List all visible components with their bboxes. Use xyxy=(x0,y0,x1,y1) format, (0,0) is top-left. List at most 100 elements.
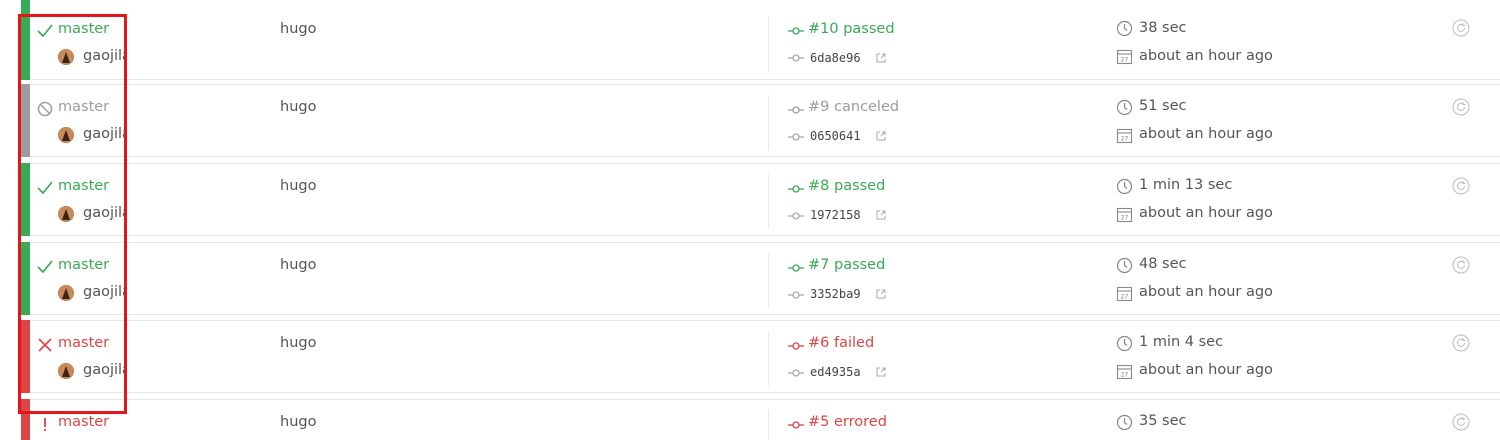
build-duration: 48 sec xyxy=(1139,256,1187,272)
commit-sha[interactable]: ed4935a xyxy=(810,365,861,379)
external-link-icon[interactable] xyxy=(876,131,886,141)
svg-text:27: 27 xyxy=(1121,136,1129,143)
clock-icon xyxy=(1116,178,1133,195)
check-icon xyxy=(37,24,53,38)
commit-icon xyxy=(788,291,804,299)
avatar xyxy=(58,127,74,143)
check-icon xyxy=(37,260,53,274)
commit-icon xyxy=(788,54,804,62)
commit-sha[interactable]: 1972158 xyxy=(810,208,861,222)
build-number[interactable]: #9 canceled xyxy=(808,99,899,115)
branch-name[interactable]: master xyxy=(58,414,109,430)
branch-name[interactable]: master xyxy=(58,99,109,115)
column-divider xyxy=(768,95,769,150)
restart-icon[interactable] xyxy=(1452,177,1470,195)
commit-icon xyxy=(788,106,804,114)
build-number[interactable]: #6 failed xyxy=(808,335,874,351)
svg-text:27: 27 xyxy=(1121,57,1129,64)
commit-sha[interactable]: 0650641 xyxy=(810,129,861,143)
build-duration: 51 sec xyxy=(1139,98,1187,114)
build-row[interactable]: master gaojila hugo #9 canceled 0650641 … xyxy=(21,84,1500,157)
external-link-icon[interactable] xyxy=(876,367,886,377)
build-row[interactable]: master gaojila hugo #7 passed 3352ba9 48… xyxy=(21,242,1500,315)
build-row[interactable]: master gaojila hugo #8 passed 1972158 1 … xyxy=(21,163,1500,236)
calendar-icon: 27 xyxy=(1116,128,1133,144)
restart-icon[interactable] xyxy=(1452,334,1470,352)
commit-message[interactable]: hugo xyxy=(280,178,316,194)
commit-sha[interactable]: 6da8e96 xyxy=(810,51,861,65)
status-bar xyxy=(21,163,30,236)
commit-message[interactable]: hugo xyxy=(280,257,316,273)
external-link-icon[interactable] xyxy=(876,53,886,63)
column-divider xyxy=(768,253,769,308)
status-bar xyxy=(21,399,30,440)
build-row[interactable]: master gaojila hugo #10 passed 6da8e96 3… xyxy=(21,0,1500,80)
calendar-icon: 27 xyxy=(1116,364,1133,380)
build-duration: 38 sec xyxy=(1139,20,1187,36)
exclamation-icon xyxy=(43,418,47,432)
avatar xyxy=(58,363,74,379)
commit-message[interactable]: hugo xyxy=(280,21,316,37)
commit-message[interactable]: hugo xyxy=(280,335,316,351)
build-row[interactable]: master gaojila hugo #6 failed ed4935a 1 … xyxy=(21,320,1500,393)
restart-icon[interactable] xyxy=(1452,256,1470,274)
restart-icon[interactable] xyxy=(1452,413,1470,431)
restart-icon[interactable] xyxy=(1452,19,1470,37)
commit-icon xyxy=(788,185,804,193)
branch-name[interactable]: master xyxy=(58,257,109,273)
commit-author: gaojila xyxy=(83,362,127,378)
branch-name[interactable]: master xyxy=(58,21,109,37)
commit-sha[interactable]: 3352ba9 xyxy=(810,287,861,301)
branch-name[interactable]: master xyxy=(58,178,109,194)
svg-text:27: 27 xyxy=(1121,372,1129,379)
canceled-icon xyxy=(37,101,53,117)
column-divider xyxy=(768,331,769,386)
finished-time: about an hour ago xyxy=(1139,48,1273,64)
column-divider xyxy=(768,410,769,440)
calendar-icon: 27 xyxy=(1116,286,1133,302)
commit-author: gaojila xyxy=(83,126,127,142)
commit-author: gaojila xyxy=(83,48,127,64)
avatar xyxy=(58,49,74,65)
clock-icon xyxy=(1116,20,1133,37)
build-duration: 1 min 4 sec xyxy=(1139,334,1224,350)
avatar xyxy=(58,206,74,222)
finished-time: about an hour ago xyxy=(1139,205,1273,221)
clock-icon xyxy=(1116,335,1133,352)
finished-time: about an hour ago xyxy=(1139,284,1273,300)
clock-icon xyxy=(1116,99,1133,116)
build-duration: 1 min 13 sec xyxy=(1139,177,1233,193)
commit-icon xyxy=(788,27,804,35)
status-bar xyxy=(21,242,30,315)
check-icon xyxy=(37,181,53,195)
commit-author: gaojila xyxy=(83,205,127,221)
build-number[interactable]: #10 passed xyxy=(808,21,895,37)
build-number[interactable]: #5 errored xyxy=(808,414,887,430)
restart-icon[interactable] xyxy=(1452,98,1470,116)
branch-name[interactable]: master xyxy=(58,335,109,351)
commit-icon xyxy=(788,369,804,377)
cross-icon xyxy=(38,338,52,352)
commit-icon xyxy=(788,421,804,429)
external-link-icon[interactable] xyxy=(876,289,886,299)
commit-icon xyxy=(788,342,804,350)
finished-time: about an hour ago xyxy=(1139,362,1273,378)
commit-message[interactable]: hugo xyxy=(280,99,316,115)
build-number[interactable]: #8 passed xyxy=(808,178,885,194)
status-bar xyxy=(21,0,30,80)
calendar-icon: 27 xyxy=(1116,207,1133,223)
calendar-icon: 27 xyxy=(1116,49,1133,65)
build-row[interactable]: master hugo #5 errored 35 sec xyxy=(21,399,1500,440)
external-link-icon[interactable] xyxy=(876,210,886,220)
commit-icon xyxy=(788,264,804,272)
build-number[interactable]: #7 passed xyxy=(808,257,885,273)
column-divider xyxy=(768,16,769,71)
avatar xyxy=(58,285,74,301)
commit-author: gaojila xyxy=(83,284,127,300)
commit-message[interactable]: hugo xyxy=(280,414,316,430)
status-bar xyxy=(21,320,30,393)
clock-icon xyxy=(1116,257,1133,274)
svg-text:27: 27 xyxy=(1121,294,1129,301)
clock-icon xyxy=(1116,414,1133,431)
status-bar xyxy=(21,84,30,157)
